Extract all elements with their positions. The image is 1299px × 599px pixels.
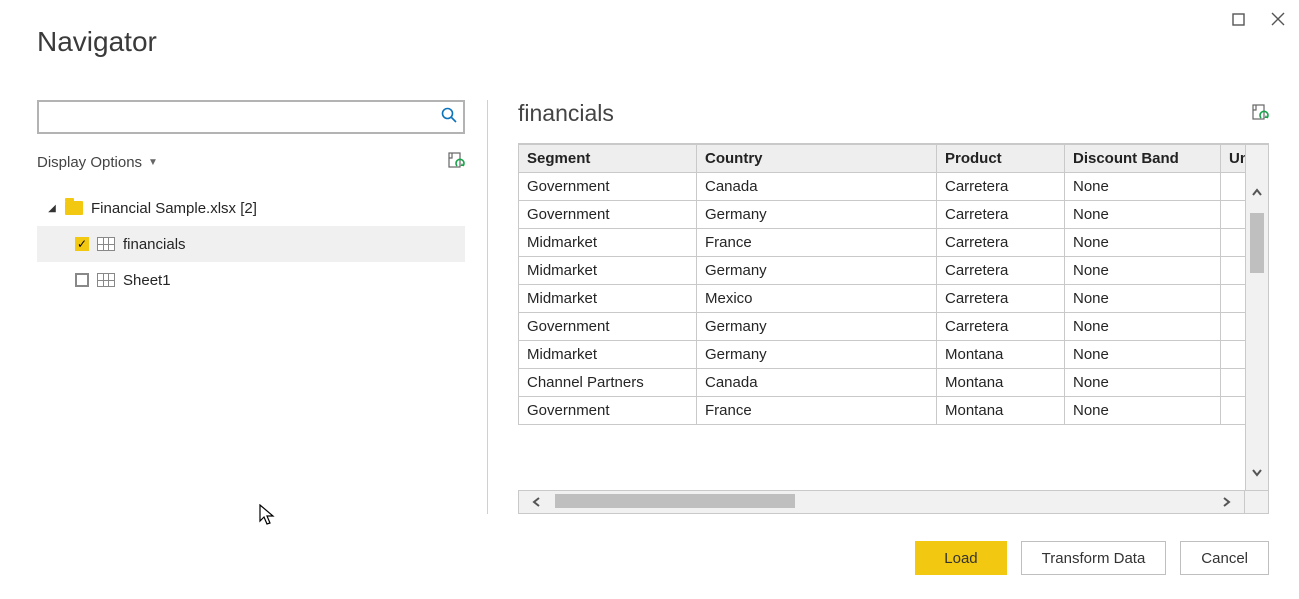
vertical-scroll-thumb[interactable] bbox=[1250, 213, 1264, 273]
table-row[interactable]: GovernmentGermanyCarreteraNone bbox=[519, 201, 1246, 229]
table-cell: Canada bbox=[697, 369, 937, 397]
collapse-icon[interactable]: ◢ bbox=[47, 203, 57, 214]
table-cell: Montana bbox=[937, 397, 1065, 425]
table-cell bbox=[1221, 257, 1246, 285]
tree-item-label: financials bbox=[123, 236, 186, 253]
table-row[interactable]: MidmarketFranceCarreteraNone bbox=[519, 229, 1246, 257]
preview-title: financials bbox=[518, 100, 614, 127]
refresh-tree-icon[interactable] bbox=[447, 152, 465, 172]
preview-table: SegmentCountryProductDiscount BandUni Go… bbox=[518, 144, 1245, 425]
table-cell: Germany bbox=[697, 257, 937, 285]
table-cell: None bbox=[1065, 229, 1221, 257]
column-header[interactable]: Segment bbox=[519, 145, 697, 173]
table-cell: Carretera bbox=[937, 173, 1065, 201]
vertical-scrollbar[interactable] bbox=[1245, 144, 1269, 491]
scroll-up-icon[interactable] bbox=[1246, 175, 1268, 211]
table-cell bbox=[1221, 341, 1246, 369]
table-cell: France bbox=[697, 229, 937, 257]
horizontal-scroll-thumb[interactable] bbox=[555, 494, 795, 508]
table-cell: None bbox=[1065, 201, 1221, 229]
table-cell: Midmarket bbox=[519, 229, 697, 257]
table-cell: None bbox=[1065, 173, 1221, 201]
navigator-tree: ◢ Financial Sample.xlsx [2] ✓ financials S… bbox=[37, 190, 465, 298]
scroll-down-icon[interactable] bbox=[1246, 454, 1268, 490]
table-cell: Carretera bbox=[937, 257, 1065, 285]
table-cell: None bbox=[1065, 285, 1221, 313]
tree-item-label: Sheet1 bbox=[123, 272, 171, 289]
table-cell: Montana bbox=[937, 341, 1065, 369]
search-icon[interactable] bbox=[441, 107, 457, 128]
tree-item-sheet1[interactable]: Sheet1 bbox=[37, 262, 465, 298]
table-cell: Carretera bbox=[937, 285, 1065, 313]
table-icon bbox=[97, 273, 115, 287]
scroll-left-icon[interactable] bbox=[519, 491, 555, 513]
table-cell: Government bbox=[519, 201, 697, 229]
table-cell: Germany bbox=[697, 341, 937, 369]
table-cell: None bbox=[1065, 397, 1221, 425]
scroll-right-icon[interactable] bbox=[1208, 491, 1244, 513]
table-row[interactable]: GovernmentFranceMontanaNone bbox=[519, 397, 1246, 425]
maximize-button[interactable] bbox=[1227, 8, 1249, 30]
tree-item-financials[interactable]: ✓ financials bbox=[37, 226, 465, 262]
close-button[interactable] bbox=[1267, 8, 1289, 30]
display-options-toggle[interactable]: Display Options ▼ bbox=[37, 154, 158, 171]
table-row[interactable]: GovernmentCanadaCarreteraNone bbox=[519, 173, 1246, 201]
cancel-button[interactable]: Cancel bbox=[1180, 541, 1269, 575]
column-header[interactable]: Country bbox=[697, 145, 937, 173]
table-row[interactable]: MidmarketGermanyMontanaNone bbox=[519, 341, 1246, 369]
table-cell: Mexico bbox=[697, 285, 937, 313]
load-button[interactable]: Load bbox=[915, 541, 1006, 575]
table-cell: France bbox=[697, 397, 937, 425]
table-cell bbox=[1221, 313, 1246, 341]
horizontal-scrollbar[interactable] bbox=[518, 490, 1269, 514]
chevron-down-icon: ▼ bbox=[148, 157, 158, 168]
table-cell bbox=[1221, 201, 1246, 229]
table-cell: Carretera bbox=[937, 313, 1065, 341]
checkbox[interactable] bbox=[75, 273, 89, 287]
table-cell: Midmarket bbox=[519, 285, 697, 313]
table-icon bbox=[97, 237, 115, 251]
checkbox[interactable]: ✓ bbox=[75, 237, 89, 251]
transform-data-button[interactable]: Transform Data bbox=[1021, 541, 1167, 575]
table-cell: None bbox=[1065, 341, 1221, 369]
table-cell: Channel Partners bbox=[519, 369, 697, 397]
table-row[interactable]: Channel PartnersCanadaMontanaNone bbox=[519, 369, 1246, 397]
table-cell: Canada bbox=[697, 173, 937, 201]
search-box[interactable] bbox=[37, 100, 465, 134]
table-cell bbox=[1221, 369, 1246, 397]
tree-file-node[interactable]: ◢ Financial Sample.xlsx [2] bbox=[37, 190, 465, 226]
table-cell bbox=[1221, 285, 1246, 313]
column-header[interactable]: Uni bbox=[1221, 145, 1246, 173]
table-cell: Germany bbox=[697, 313, 937, 341]
search-input[interactable] bbox=[47, 102, 441, 132]
table-cell: Government bbox=[519, 313, 697, 341]
table-row[interactable]: MidmarketGermanyCarreteraNone bbox=[519, 257, 1246, 285]
table-cell: None bbox=[1065, 369, 1221, 397]
folder-icon bbox=[65, 201, 83, 215]
table-cell: Midmarket bbox=[519, 341, 697, 369]
table-row[interactable]: GovernmentGermanyCarreteraNone bbox=[519, 313, 1246, 341]
table-cell: Carretera bbox=[937, 201, 1065, 229]
column-header[interactable]: Product bbox=[937, 145, 1065, 173]
table-cell bbox=[1221, 397, 1246, 425]
table-cell: Germany bbox=[697, 201, 937, 229]
table-cell: Montana bbox=[937, 369, 1065, 397]
dialog-title: Navigator bbox=[37, 26, 157, 58]
display-options-label: Display Options bbox=[37, 154, 142, 171]
table-cell: Carretera bbox=[937, 229, 1065, 257]
tree-file-label: Financial Sample.xlsx [2] bbox=[91, 200, 257, 217]
table-cell bbox=[1221, 229, 1246, 257]
table-cell: Midmarket bbox=[519, 257, 697, 285]
table-cell: Government bbox=[519, 173, 697, 201]
table-cell: None bbox=[1065, 313, 1221, 341]
table-cell: None bbox=[1065, 257, 1221, 285]
table-cell: Government bbox=[519, 397, 697, 425]
table-row[interactable]: MidmarketMexicoCarreteraNone bbox=[519, 285, 1246, 313]
refresh-preview-icon[interactable] bbox=[1251, 104, 1269, 124]
column-header[interactable]: Discount Band bbox=[1065, 145, 1221, 173]
table-cell bbox=[1221, 173, 1246, 201]
